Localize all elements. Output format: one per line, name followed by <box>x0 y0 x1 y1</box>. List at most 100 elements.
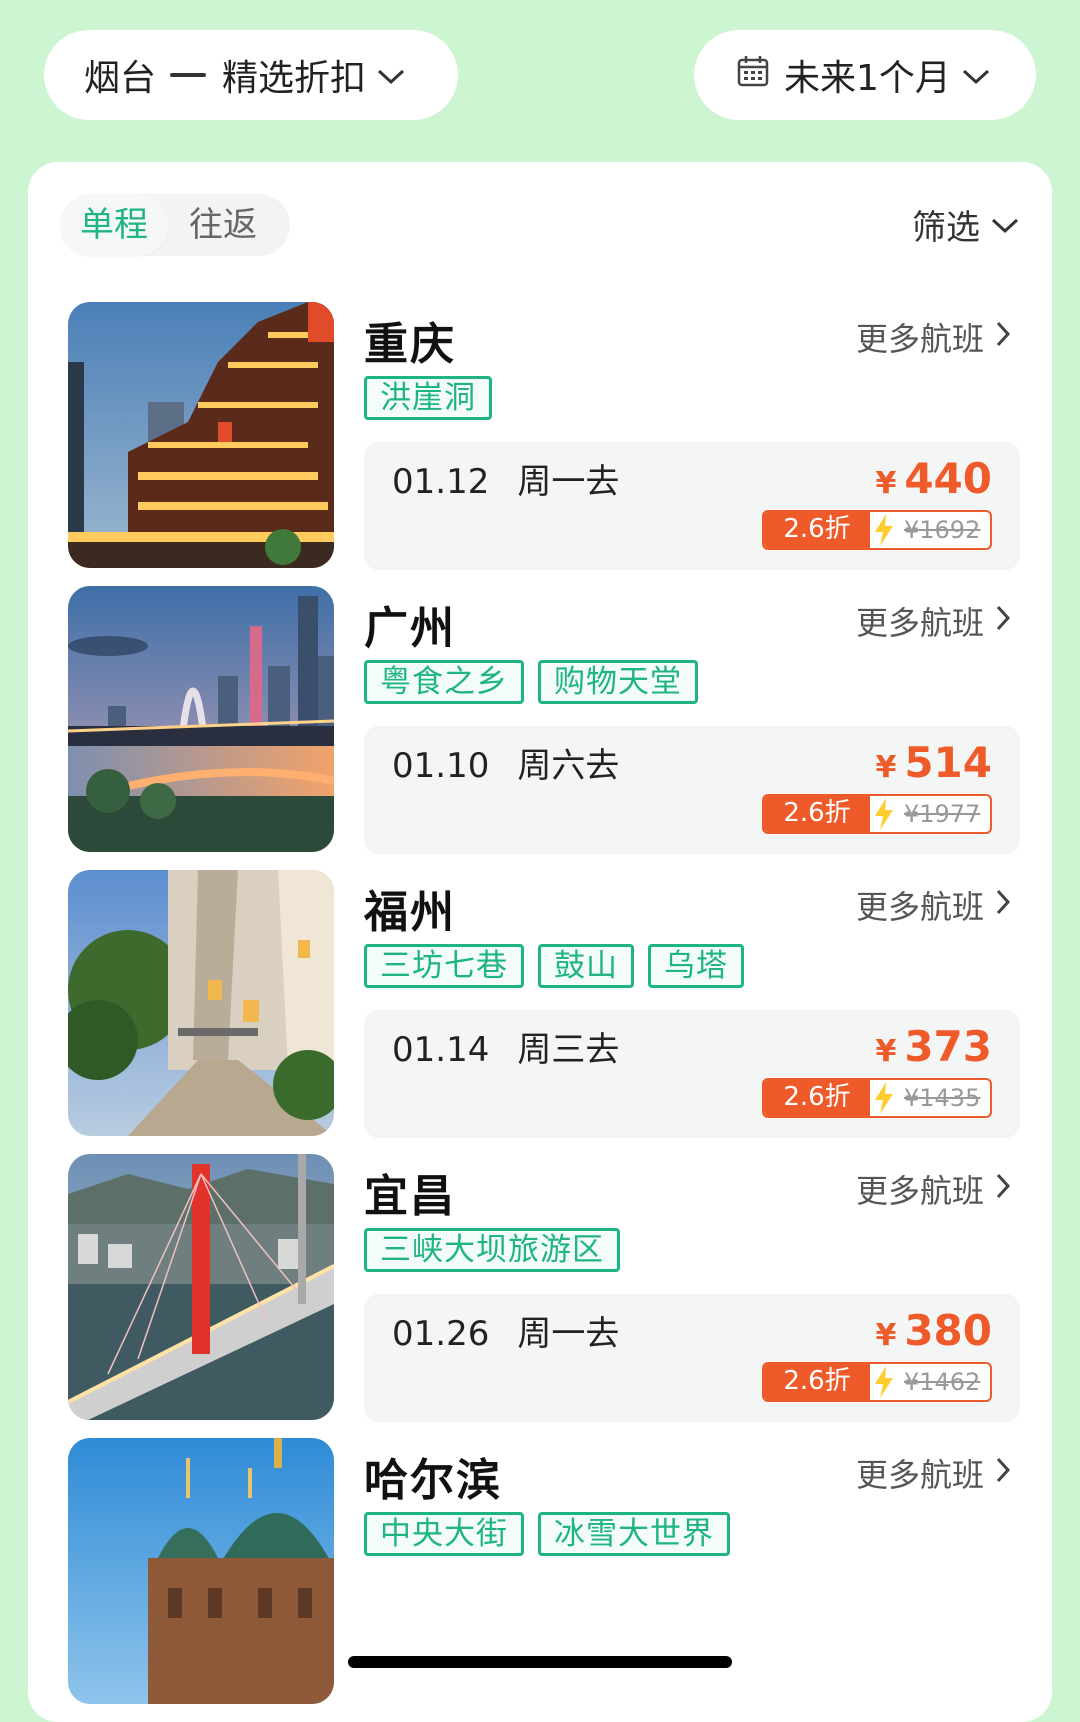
discount-badge: 2.6折 ¥1435 <box>762 1078 992 1118</box>
lightning-icon <box>870 1080 898 1116</box>
fare-box[interactable]: 01.26 周一去 ¥380 2.6折 ¥1462 <box>364 1294 1020 1422</box>
weekday: 周一去 <box>517 1314 620 1354</box>
tag-list: 粤食之乡 购物天堂 <box>364 660 712 704</box>
tag-list: 三峡大坝旅游区 <box>364 1228 634 1272</box>
discount-rate: 2.6折 <box>764 796 870 832</box>
calendar-icon <box>736 54 770 97</box>
chevron-down-icon <box>990 205 1020 245</box>
origin-city: 烟台 <box>84 58 157 99</box>
destination-item[interactable]: 福州 更多航班 三坊七巷 鼓山 乌塔 01.14 周三去 ¥373 2.6折 ¥1… <box>68 870 1020 1140</box>
destination-name: 哈尔滨 <box>364 1455 502 1506</box>
more-flights-link[interactable]: 更多航班 <box>856 1166 1012 1212</box>
route-filter-label: 精选折扣 <box>222 58 367 99</box>
weekday: 周一去 <box>517 462 620 502</box>
destination-item[interactable]: 广州 更多航班 粤食之乡 购物天堂 01.10 周六去 ¥514 2.6折 ¥19… <box>68 586 1020 856</box>
departure-date: 01.14 周三去 <box>392 1022 619 1071</box>
price: ¥514 <box>875 738 992 787</box>
departure-date: 01.12 周一去 <box>392 454 619 503</box>
original-price: ¥1692 <box>904 516 981 544</box>
tag: 粤食之乡 <box>364 660 524 704</box>
currency-symbol: ¥ <box>875 1034 897 1069</box>
filter-label: 筛选 <box>912 208 980 248</box>
date-value: 01.14 <box>392 1030 490 1070</box>
price: ¥440 <box>875 454 992 503</box>
tag-list: 中央大街 冰雪大世界 <box>364 1512 744 1556</box>
more-flights-link[interactable]: 更多航班 <box>856 314 1012 360</box>
destination-item[interactable]: 重庆 更多航班 洪崖洞 01.12 周一去 ¥440 2.6折 ¥1692 <box>68 302 1020 572</box>
chevron-right-icon <box>994 1170 1012 1208</box>
tag: 购物天堂 <box>538 660 698 704</box>
discount-badge: 2.6折 ¥1977 <box>762 794 992 834</box>
currency-symbol: ¥ <box>875 750 897 785</box>
discount-badge: 2.6折 ¥1462 <box>762 1362 992 1402</box>
home-indicator[interactable] <box>348 1656 732 1668</box>
discount-rate: 2.6折 <box>764 1080 870 1116</box>
more-flights-label: 更多航班 <box>855 320 984 358</box>
original-price: ¥1462 <box>904 1368 981 1396</box>
date-value: 01.12 <box>392 462 490 502</box>
weekday: 周三去 <box>517 1030 620 1070</box>
chevron-right-icon <box>994 602 1012 640</box>
destination-name: 广州 <box>364 603 456 654</box>
more-flights-link[interactable]: 更多航班 <box>856 1450 1012 1496</box>
price-amount: 373 <box>904 1022 992 1071</box>
fare-box[interactable]: 01.12 周一去 ¥440 2.6折 ¥1692 <box>364 442 1020 570</box>
more-flights-label: 更多航班 <box>855 888 984 926</box>
route-selector[interactable]: 烟台 精选折扣 <box>44 30 458 120</box>
destination-photo <box>68 302 334 568</box>
destination-name: 福州 <box>364 887 456 938</box>
tag: 三坊七巷 <box>364 944 524 988</box>
date-value: 01.10 <box>392 746 490 786</box>
lightning-icon <box>870 796 898 832</box>
tag: 鼓山 <box>538 944 634 988</box>
more-flights-label: 更多航班 <box>855 1172 984 1210</box>
more-flights-label: 更多航班 <box>855 1456 984 1494</box>
tag: 洪崖洞 <box>364 376 492 420</box>
tag: 中央大街 <box>364 1512 524 1556</box>
route-dash <box>170 73 207 77</box>
tag: 三峡大坝旅游区 <box>364 1228 620 1272</box>
tab-one-way[interactable]: 单程 <box>60 194 168 256</box>
chevron-right-icon <box>994 1454 1012 1492</box>
chevron-down-icon <box>376 55 406 96</box>
destination-photo <box>68 1438 334 1704</box>
chevron-right-icon <box>994 886 1012 924</box>
date-range-label: 未来1个月 <box>784 58 951 99</box>
original-price: ¥1435 <box>904 1084 981 1112</box>
original-price: ¥1977 <box>904 800 981 828</box>
chevron-right-icon <box>994 318 1012 356</box>
destination-item[interactable]: 宜昌 更多航班 三峡大坝旅游区 01.26 周一去 ¥380 2.6折 ¥1462 <box>68 1154 1020 1424</box>
price-amount: 440 <box>904 454 992 503</box>
destination-photo <box>68 870 334 1136</box>
departure-date: 01.26 周一去 <box>392 1306 619 1355</box>
tag: 乌塔 <box>648 944 744 988</box>
tag-list: 洪崖洞 <box>364 376 506 420</box>
chevron-down-icon <box>961 55 991 96</box>
tab-round-trip[interactable]: 往返 <box>168 194 278 256</box>
fare-box[interactable]: 01.10 周六去 ¥514 2.6折 ¥1977 <box>364 726 1020 854</box>
more-flights-label: 更多航班 <box>855 604 984 642</box>
price-amount: 514 <box>904 738 992 787</box>
fare-box[interactable]: 01.14 周三去 ¥373 2.6折 ¥1435 <box>364 1010 1020 1138</box>
more-flights-link[interactable]: 更多航班 <box>856 882 1012 928</box>
departure-date: 01.10 周六去 <box>392 738 619 787</box>
date-value: 01.26 <box>392 1314 490 1354</box>
tag: 冰雪大世界 <box>538 1512 730 1556</box>
discount-rate: 2.6折 <box>764 1364 870 1400</box>
weekday: 周六去 <box>517 746 620 786</box>
discount-rate: 2.6折 <box>764 512 870 548</box>
destination-photo <box>68 1154 334 1420</box>
results-card: 单程 往返 筛选 重庆 更多航班 洪崖洞 01.12 周一去 ¥ 440 2.6… <box>28 162 1052 1722</box>
price: ¥373 <box>875 1022 992 1071</box>
lightning-icon <box>870 512 898 548</box>
more-flights-link[interactable]: 更多航班 <box>856 598 1012 644</box>
currency-symbol: ¥ <box>875 1318 897 1353</box>
trip-type-tabs: 单程 往返 <box>60 194 290 256</box>
lightning-icon <box>870 1364 898 1400</box>
filter-button[interactable]: 筛选 <box>912 200 1020 249</box>
destination-photo <box>68 586 334 852</box>
currency-symbol: ¥ <box>875 466 897 501</box>
discount-badge: 2.6折 ¥1692 <box>762 510 992 550</box>
date-range-selector[interactable]: 未来1个月 <box>694 30 1036 120</box>
price-amount: 380 <box>904 1306 992 1355</box>
